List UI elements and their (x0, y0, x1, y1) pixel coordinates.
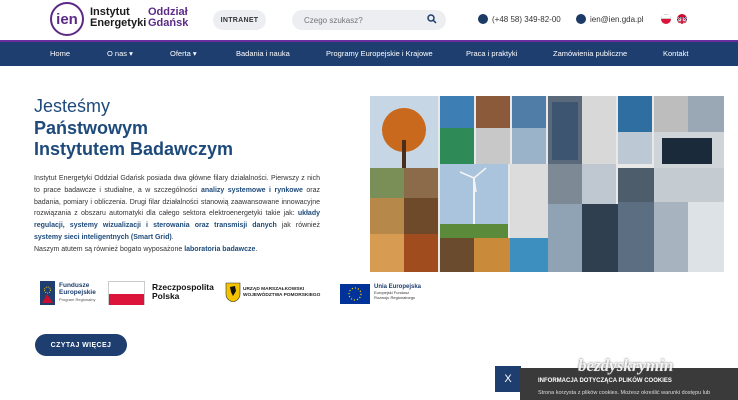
nav-badania-i-nauka[interactable]: Badania i nauka (236, 42, 290, 66)
watermark-text: bezdyskrymin (578, 356, 674, 375)
desc-text: jak również (276, 222, 320, 230)
top-header: ien Instytut Energetyki Oddział Gdańsk I… (0, 0, 738, 40)
email-address: ien@ien.gda.pl (590, 14, 644, 24)
polish-flag-icon[interactable] (661, 14, 671, 24)
main-navigation: Home O nas ▾ Oferta ▾ Badania i nauka Pr… (0, 40, 738, 66)
logo-institute-name[interactable]: Instytut Energetyki (90, 7, 146, 29)
cookie-title: INFORMACJA DOTYCZĄCA PLIKÓW COOKIES (538, 378, 672, 384)
nav-oferta[interactable]: Oferta ▾ (170, 42, 197, 66)
search-icon[interactable] (427, 14, 437, 24)
eu-flag-icon (340, 284, 370, 304)
desc-text: . (255, 245, 258, 253)
unia-europejska-logo-text: Unia Europejska Europejski Fundusz Rozwo… (374, 284, 421, 300)
desc-text: Naszym atutem są również bogato wyposażo… (34, 245, 185, 253)
logo-branch-line-2: Gdańsk (148, 17, 189, 29)
pomorskie-griffin-icon (225, 282, 241, 302)
fundusze-europejskie-logo-icon (40, 281, 55, 305)
photo-mosaic (370, 96, 724, 272)
nav-programy[interactable]: Programy Europejskie i Krajowe (326, 42, 433, 66)
fundusze-europejskie-logo-text: Fundusze Europejskie Program Regionalny (59, 282, 96, 303)
nav-home[interactable]: Home (50, 42, 70, 66)
intranet-button[interactable]: INTRANET (213, 10, 266, 30)
phone-contact[interactable]: (+48 58) 349-82-00 (478, 14, 561, 24)
phone-icon (478, 14, 488, 24)
hero-heading-bold-1: Państwowym (34, 118, 149, 138)
urzad-marszalkowski-logo-text: URZĄD MARSZAŁKOWSKI WOJEWÓDZTWA POMORSKI… (243, 287, 320, 299)
nav-zamowienia-publiczne[interactable]: Zamówienia publiczne (553, 42, 627, 66)
polish-flag-logo-icon (108, 281, 145, 305)
hero-heading-light: Jesteśmy (34, 96, 111, 116)
phone-number: (+48 58) 349-82-00 (492, 14, 561, 24)
email-icon (576, 14, 586, 24)
english-flag-icon[interactable] (677, 14, 687, 24)
cookie-close-button[interactable]: X (495, 366, 521, 392)
nav-kontakt[interactable]: Kontakt (663, 42, 688, 66)
desc-text: . (171, 233, 174, 241)
logo-branch-name[interactable]: Oddział Gdańsk (148, 7, 188, 29)
nav-o-nas[interactable]: O nas ▾ (107, 42, 133, 66)
search-input[interactable] (292, 10, 446, 30)
fe-line-1: Fundusze (59, 282, 90, 289)
ien-logo-mark[interactable]: ien (50, 2, 84, 36)
rp-line-2: Polska (152, 291, 180, 301)
desc-highlight: analizy systemowe i rynkowe (200, 186, 303, 194)
logo-name-line-2: Energetyki (90, 17, 147, 29)
read-more-button[interactable]: CZYTAJ WIĘCEJ (35, 334, 127, 356)
nav-praca-i-praktyki[interactable]: Praca i praktyki (466, 42, 517, 66)
um-line-2: WOJEWÓDZTWA POMORSKIEGO (243, 293, 321, 298)
desc-highlight: laboratoria badawcze (184, 245, 256, 253)
funding-logos-strip: Fundusze Europejskie Program Regionalny … (40, 281, 440, 307)
rzeczpospolita-logo-text: Rzeczpospolita Polska (152, 283, 214, 301)
hero-description: Instytut Energetyki Oddział Gdańsk posia… (34, 173, 320, 256)
ue-line-3: Rozwoju Regionalnego (374, 295, 416, 300)
email-contact[interactable]: ien@ien.gda.pl (576, 14, 644, 24)
hero-heading-bold-2: Instytutem Badawczym (34, 139, 234, 159)
logo-mark-text: ien (56, 10, 78, 28)
cookie-text: Strona korzysta z plików cookies. Możesz… (538, 390, 711, 396)
fe-line-3: Program Regionalny (59, 297, 96, 302)
fe-line-2: Europejskie (59, 289, 96, 296)
desc-highlight: systemy sieci inteligentnych (Smart Grid… (34, 233, 172, 241)
